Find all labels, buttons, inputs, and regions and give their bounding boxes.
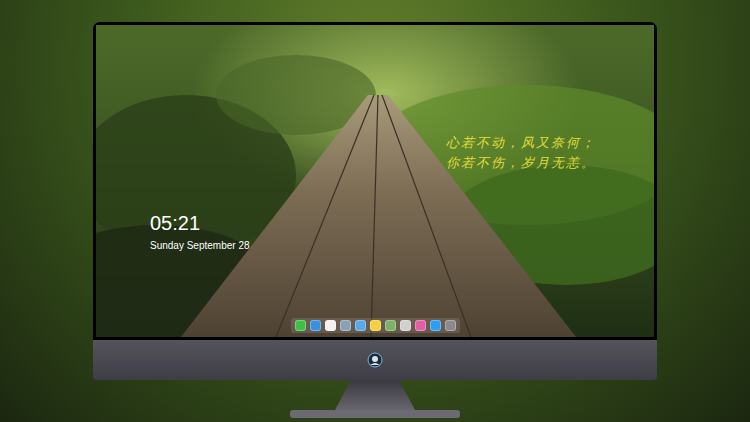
dock [291, 318, 460, 333]
clock-time: 05:21 [150, 211, 250, 235]
logo-icon [367, 352, 383, 368]
dock-app-icon[interactable] [445, 320, 456, 331]
quote-line: 心若不动，风又奈何； [446, 135, 596, 151]
monitor-base [290, 410, 460, 418]
dock-app-icon[interactable] [295, 320, 306, 331]
dock-app-icon[interactable] [355, 320, 366, 331]
dock-app-icon[interactable] [415, 320, 426, 331]
quote-line: 你若不伤，岁月无恙。 [446, 155, 596, 171]
dock-app-icon[interactable] [325, 320, 336, 331]
wallpaper-photo [96, 25, 654, 337]
desktop-mockup: 心若不动，风又奈何； 你若不伤，岁月无恙。 05:21 Sunday Septembe… [0, 0, 750, 422]
monitor-neck [335, 380, 415, 410]
dock-app-icon[interactable] [340, 320, 351, 331]
monitor-screen: 心若不动，风又奈何； 你若不伤，岁月无恙。 05:21 Sunday Septembe… [93, 22, 657, 340]
dock-app-icon[interactable] [310, 320, 321, 331]
desktop: 心若不动，风又奈何； 你若不伤，岁月无恙。 05:21 Sunday Septembe… [96, 25, 654, 337]
quote: 心若不动，风又奈何； 你若不伤，岁月无恙。 [446, 135, 596, 171]
dock-app-icon[interactable] [400, 320, 411, 331]
clock-date: Sunday September 28 [150, 239, 250, 253]
dock-app-icon[interactable] [385, 320, 396, 331]
dock-app-icon[interactable] [370, 320, 381, 331]
dock-app-icon[interactable] [430, 320, 441, 331]
monitor-chin [93, 340, 657, 380]
clock-widget: 05:21 Sunday September 28 [150, 211, 250, 253]
